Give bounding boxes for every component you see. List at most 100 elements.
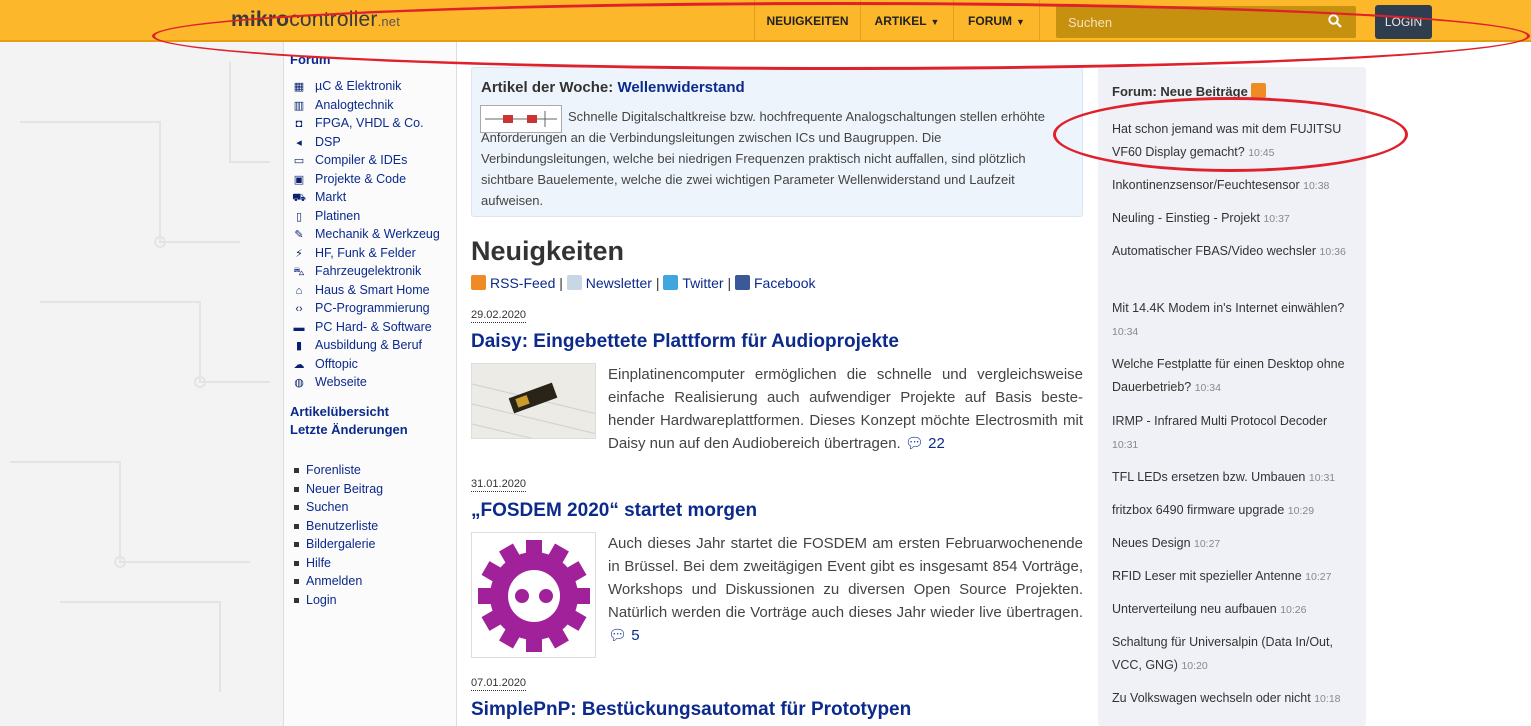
facebook-icon [735, 275, 750, 290]
forum-post-link[interactable]: Mit 14.4K Modem in's Internet einwählen?… [1112, 297, 1356, 344]
article-image-daisy[interactable] [471, 363, 596, 439]
sidebar-user-link[interactable]: Anmelden [294, 574, 362, 588]
article-overview-link[interactable]: Artikelübersicht [290, 404, 389, 419]
sidebar-forum-item[interactable]: ◍ Webseite [292, 375, 367, 393]
post-title: Inkontinenzsensor/Feuchtesensor [1112, 178, 1300, 192]
featured-text: Schnelle Digitalschaltkreise bzw. hochfr… [481, 109, 1045, 208]
sidebar-user-link[interactable]: Login [294, 593, 337, 607]
sidebar-link-label: Hilfe [306, 555, 332, 570]
forum-post-link[interactable]: Automatischer FBAS/Video wechsler 10:36 [1112, 240, 1356, 264]
article-title[interactable]: Daisy: Eingebettete Plattform für Audiop… [471, 331, 899, 353]
post-title: Unterverteilung neu aufbauen [1112, 602, 1277, 616]
forum-post-link[interactable]: IRMP - Infrared Multi Protocol Decoder 1… [1112, 410, 1356, 457]
rss-icon[interactable] [1250, 83, 1266, 98]
post-time: 10:34 [1112, 326, 1139, 338]
article-title[interactable]: SimplePnP: Bestückungsautomat für Protot… [471, 699, 911, 721]
forum-post-link[interactable]: Neues Design 10:27 [1112, 532, 1356, 556]
post-title: IRMP - Infrared Multi Protocol Decoder [1112, 414, 1328, 428]
separator: | [727, 275, 732, 291]
search-input[interactable] [1056, 6, 1340, 38]
login-button[interactable]: LOGIN [1375, 5, 1432, 39]
rss-feed-link[interactable]: RSS-Feed [490, 275, 555, 291]
nav-forum[interactable]: FORUM ▼ [953, 0, 1040, 42]
sidebar-forum-item[interactable]: ☁ Offtopic [292, 357, 358, 375]
recent-changes-link[interactable]: Letzte Änderungen [290, 422, 408, 437]
sidebar-forum-item[interactable]: ⌂ Haus & Smart Home [292, 283, 430, 301]
featured-thumbnail[interactable] [480, 105, 562, 133]
post-time: 10:31 [1112, 439, 1139, 451]
sidebar-forum-item[interactable]: ✎ Mechanik & Werkzeug [292, 227, 440, 245]
post-time: 10:37 [1263, 213, 1290, 225]
sidebar-item-label: Webseite [315, 375, 367, 389]
chevron-down-icon: ▼ [1016, 17, 1025, 27]
sidebar-user-link[interactable]: Benutzerliste [294, 519, 378, 533]
forum-post-link[interactable]: fritzbox 6490 firmware upgrade 10:29 [1112, 499, 1356, 523]
sidebar-item-label: Mechanik & Werkzeug [315, 227, 440, 241]
sidebar-user-link[interactable]: Bildergalerie [294, 537, 375, 551]
nav-neuigkeiten[interactable]: NEUIGKEITEN [754, 0, 860, 42]
comment-icon: 💬︎ [904, 435, 924, 452]
sidebar-forum-item[interactable]: ▮ Ausbildung & Beruf [292, 338, 422, 356]
projects-icon: ▣ [293, 173, 305, 186]
forum-heading[interactable]: Forum [290, 52, 330, 67]
article-text: Einplatinencomputer ermöglichen die schn… [608, 366, 1083, 452]
separator: | [655, 275, 660, 291]
sidebar-user-link[interactable]: Hilfe [294, 556, 331, 570]
featured-article-link[interactable]: Wellenwiderstand [617, 79, 744, 96]
forum-post-link[interactable]: Schaltung für Universalpin (Data In/Out,… [1112, 631, 1356, 678]
forum-post-link[interactable]: Neuling - Einstieg - Projekt 10:37 [1112, 207, 1356, 231]
sidebar-forum-item[interactable]: ▦ µC & Elektronik [292, 79, 402, 97]
newsletter-link[interactable]: Newsletter [586, 275, 652, 291]
forum-post-link[interactable]: Unterverteilung neu aufbauen 10:26 [1112, 598, 1356, 622]
forum-post-link[interactable]: Inkontinenzsensor/Feuchtesensor 10:38 [1112, 174, 1356, 198]
comments-link[interactable]: 💬︎ 22 [905, 435, 945, 452]
comments-link[interactable]: 💬︎ 5 [608, 627, 640, 644]
facebook-link[interactable]: Facebook [754, 275, 815, 291]
forum-post-link[interactable]: Zu Volkswagen wechseln oder nicht 10:18 [1112, 687, 1356, 711]
sidebar-forum-item[interactable]: ⚡ HF, Funk & Felder [292, 246, 416, 264]
sidebar-user-link[interactable]: Neuer Beitrag [294, 482, 383, 496]
post-time: 10:27 [1305, 571, 1332, 583]
antenna-icon: ⚡ [295, 247, 303, 260]
sidebar-forum-item[interactable]: ⛟ Markt [292, 190, 346, 208]
post-title: Neues Design [1112, 536, 1191, 550]
bullet-icon [294, 560, 299, 566]
home-icon: ⌂ [295, 284, 303, 297]
forum-post-link[interactable]: TFL LEDs ersetzen bzw. Umbauen 10:31 [1112, 466, 1356, 490]
sidebar-item-label: Platinen [315, 208, 361, 223]
article-image-fosdem[interactable] [471, 532, 596, 658]
sidebar-item-label: HF, Funk & Felder [315, 245, 416, 260]
sidebar-forum-item[interactable]: ▣ Projekte & Code [292, 172, 406, 190]
post-title: Hat schon jemand was mit dem FUJITSU VF6… [1112, 122, 1342, 159]
forum-post-link[interactable]: Hat schon jemand was mit dem FUJITSU VF6… [1112, 118, 1356, 165]
sidebar-forum-item[interactable]: ‹› PC-Programmierung [292, 301, 429, 319]
site-logo[interactable]: mikrocontroller.net [231, 8, 400, 32]
post-time: 10:29 [1287, 505, 1315, 517]
board-icon: ▯ [295, 210, 303, 223]
sidebar-user-link[interactable]: Suchen [294, 500, 348, 514]
sidebar-forum-item[interactable]: ▯ Platinen [292, 209, 360, 227]
article-date: 29.02.2020 [471, 309, 527, 323]
bullet-icon [294, 542, 299, 548]
sidebar-forum-item[interactable]: ◘ FPGA, VHDL & Co. [292, 116, 424, 134]
sidebar-user-link[interactable]: Forenliste [294, 463, 361, 477]
forum-post-link[interactable]: Welche Festplatte für einen Desktop ohne… [1112, 353, 1356, 400]
article-title[interactable]: „FOSDEM 2020“ startet morgen [471, 500, 757, 522]
search-icon[interactable] [1328, 14, 1342, 33]
sidebar-forum-item[interactable]: ▬ PC Hard- & Software [292, 320, 432, 338]
analog-icon: ▥ [293, 99, 305, 112]
sidebar-forum-item[interactable]: ▥ Analogtechnik [292, 98, 394, 116]
sidebar-forum-item[interactable]: ⛍ Fahrzeugelektronik [292, 264, 421, 282]
code-icon: ‹› [295, 303, 303, 315]
sidebar-forum-item[interactable]: ◂ DSP [292, 135, 340, 153]
sidebar-item-label: Markt [315, 190, 347, 204]
bullet-icon [294, 486, 299, 492]
post-title: RFID Leser mit spezieller Antenne [1112, 569, 1302, 583]
nav-artikel[interactable]: ARTIKEL ▼ [860, 0, 953, 42]
forum-post-link[interactable]: RFID Leser mit spezieller Antenne 10:27 [1112, 565, 1356, 589]
twitter-icon [663, 275, 679, 290]
twitter-link[interactable]: Twitter [682, 275, 723, 291]
sidebar-forum-item[interactable]: ▭ Compiler & IDEs [292, 153, 408, 171]
sidebar-link-label: Login [306, 592, 337, 607]
comment-icon: 💬︎ [608, 627, 628, 644]
